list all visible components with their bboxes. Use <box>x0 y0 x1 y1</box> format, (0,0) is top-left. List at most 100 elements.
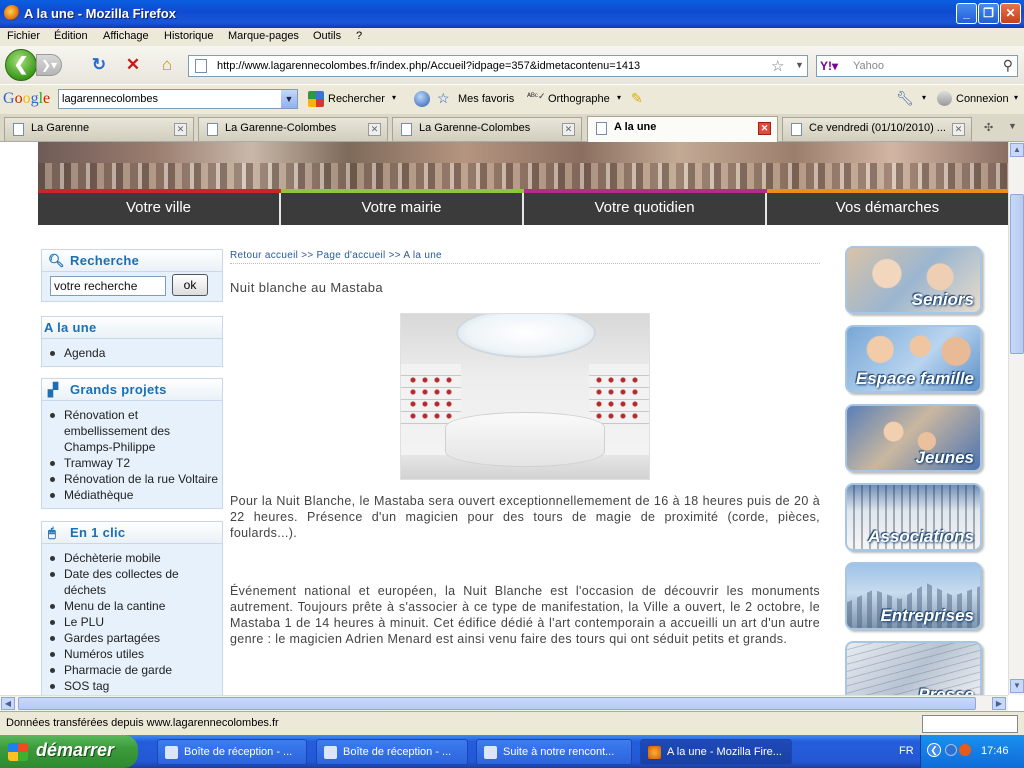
yahoo-icon[interactable]: Y!▾ <box>820 59 838 73</box>
menu-vos-demarches[interactable]: Vos démarches <box>767 193 1008 225</box>
spellcheck-icon[interactable]: ᴬᴮᶜ✓ <box>527 91 546 102</box>
bookmark-star-icon[interactable]: ☆ <box>771 57 784 75</box>
list-item[interactable]: Gardes partagées <box>42 630 222 646</box>
list-item[interactable]: SOS tag <box>42 678 222 694</box>
back-button[interactable]: ❮ <box>5 49 37 81</box>
spellcheck-button[interactable]: Orthographe <box>548 93 610 105</box>
menu-historique[interactable]: Historique <box>164 30 214 42</box>
menu-affichage[interactable]: Affichage <box>103 30 149 42</box>
scroll-thumb[interactable] <box>18 697 976 710</box>
close-button[interactable]: ✕ <box>1000 3 1021 24</box>
chevron-down-icon[interactable]: ▾ <box>1014 93 1018 102</box>
task-inbox-1[interactable]: Boîte de réception - ... <box>157 739 307 765</box>
wrench-icon[interactable]: 🔧︎ <box>896 90 914 107</box>
list-item[interactable]: Pharmacie de garde <box>42 662 222 678</box>
list-item[interactable]: Médiathèque <box>42 487 222 503</box>
search-ok-button[interactable]: ok <box>172 274 208 296</box>
status-pane <box>922 715 1018 733</box>
tile-presse[interactable]: Presse <box>845 641 982 695</box>
maximize-button[interactable]: ❐ <box>978 3 999 24</box>
menu-fichier[interactable]: Fichier <box>7 30 40 42</box>
favorites-button[interactable]: Mes favoris <box>458 93 514 105</box>
star-icon[interactable]: ☆ <box>437 90 450 107</box>
url-bar[interactable]: http://www.lagarennecolombes.fr/index.ph… <box>188 55 808 77</box>
language-indicator[interactable]: FR <box>899 745 914 757</box>
scroll-left-icon[interactable]: ◀ <box>1 697 15 710</box>
menu-votre-quotidien[interactable]: Votre quotidien <box>524 193 767 225</box>
tab-close-icon[interactable]: ✕ <box>562 123 575 136</box>
menu-marque-pages[interactable]: Marque-pages <box>228 30 299 42</box>
antivirus-icon[interactable] <box>959 744 971 756</box>
start-button[interactable]: démarrer <box>0 735 138 768</box>
list-item[interactable]: Agenda <box>42 345 222 361</box>
firefox-icon <box>4 5 20 21</box>
task-suite-rencontre[interactable]: Suite à notre rencont... <box>476 739 632 765</box>
list-item[interactable]: Menu de la cantine <box>42 598 222 614</box>
tab-close-icon[interactable]: ✕ <box>368 123 381 136</box>
tray-expand-icon[interactable]: ❮ <box>927 743 941 757</box>
tab-ce-vendredi[interactable]: Ce vendredi (01/10/2010) ... ✕ <box>782 117 972 141</box>
stop-icon[interactable]: ✕ <box>122 55 144 75</box>
globe-icon[interactable] <box>414 91 430 107</box>
menu-votre-ville[interactable]: Votre ville <box>38 193 281 225</box>
google-search-button[interactable]: Rechercher <box>328 93 385 105</box>
tile-associations[interactable]: Associations <box>845 483 982 551</box>
list-item[interactable]: Rénovation et embellissement des Champs-… <box>42 407 222 455</box>
status-bar: Données transférées depuis www.lagarenne… <box>0 711 1024 735</box>
highlighter-icon[interactable]: ✎ <box>631 90 643 107</box>
list-item[interactable]: Numéros utiles <box>42 646 222 662</box>
chevron-down-icon[interactable]: ▾ <box>922 93 926 102</box>
tile-entreprises[interactable]: Entreprises <box>845 562 982 630</box>
list-item[interactable]: Date des collectes de déchets <box>42 566 222 598</box>
scroll-up-icon[interactable]: ▲ <box>1010 143 1024 157</box>
task-inbox-2[interactable]: Boîte de réception - ... <box>316 739 468 765</box>
search-bar[interactable]: Y!▾ Yahoo ⚲ <box>816 55 1018 77</box>
list-item[interactable]: Déchèterie mobile <box>42 550 222 566</box>
chevron-down-icon[interactable]: ▼ <box>281 90 297 108</box>
network-icon[interactable] <box>945 744 957 756</box>
tile-espace-famille[interactable]: Espace famille <box>845 325 982 393</box>
tab-scroll-icon[interactable]: ✣ <box>984 121 993 134</box>
scroll-thumb[interactable] <box>1010 194 1024 354</box>
google-g-icon[interactable] <box>308 91 324 107</box>
menu-help[interactable]: ? <box>356 30 362 42</box>
tab-close-icon[interactable]: ✕ <box>174 123 187 136</box>
breadcrumb[interactable]: Retour accueil >> Page d'accueil >> A la… <box>230 250 820 261</box>
scroll-down-icon[interactable]: ▼ <box>1010 679 1024 693</box>
scroll-right-icon[interactable]: ▶ <box>992 697 1006 710</box>
site-search-input[interactable]: votre recherche <box>50 276 166 296</box>
tab-la-garenne[interactable]: La Garenne ✕ <box>4 117 194 141</box>
tile-jeunes[interactable]: Jeunes <box>845 404 982 472</box>
user-icon[interactable] <box>937 91 952 106</box>
minimize-button[interactable]: _ <box>956 3 977 24</box>
vertical-scrollbar[interactable]: ▲ ▼ <box>1008 142 1024 695</box>
forward-button[interactable]: ❯▾ <box>36 54 62 76</box>
task-firefox[interactable]: A la une - Mozilla Fire... <box>640 739 792 765</box>
list-item[interactable]: Rénovation de la rue Voltaire <box>42 471 222 487</box>
search-magnifier-icon[interactable]: ⚲ <box>1003 57 1013 74</box>
tab-la-garenne-colombes-1[interactable]: La Garenne-Colombes ✕ <box>198 117 388 141</box>
google-search-input[interactable]: lagarennecolombes ▼ <box>58 89 298 109</box>
horizontal-scrollbar[interactable]: ◀ ▶ <box>0 695 1008 711</box>
tab-close-icon[interactable]: ✕ <box>952 123 965 136</box>
tab-list-icon[interactable]: ▼ <box>1008 121 1017 131</box>
tile-seniors[interactable]: Seniors <box>845 246 982 314</box>
navigation-toolbar: ❮ ❯▾ ↻ ✕ ⌂ http://www.lagarennecolombes.… <box>0 46 1024 84</box>
url-dropdown-icon[interactable]: ▼ <box>795 60 804 70</box>
menu-edition[interactable]: Édition <box>54 30 88 42</box>
reload-icon[interactable]: ↻ <box>88 55 110 75</box>
home-icon[interactable]: ⌂ <box>156 55 178 75</box>
chevron-down-icon[interactable]: ▾ <box>617 93 621 102</box>
en-1-clic-title: 🖱︎ En 1 clic <box>42 522 222 544</box>
login-button[interactable]: Connexion <box>956 93 1009 105</box>
list-item[interactable]: Tramway T2 <box>42 455 222 471</box>
alaune-title[interactable]: A la une <box>42 317 222 339</box>
tab-a-la-une[interactable]: A la une ✕ <box>587 116 778 142</box>
list-item[interactable]: Le PLU <box>42 614 222 630</box>
menu-outils[interactable]: Outils <box>313 30 341 42</box>
windows-logo-icon <box>8 743 28 761</box>
chevron-down-icon[interactable]: ▾ <box>392 93 396 102</box>
tab-la-garenne-colombes-2[interactable]: La Garenne-Colombes ✕ <box>392 117 582 141</box>
menu-votre-mairie[interactable]: Votre mairie <box>281 193 524 225</box>
tab-close-icon[interactable]: ✕ <box>758 122 771 135</box>
